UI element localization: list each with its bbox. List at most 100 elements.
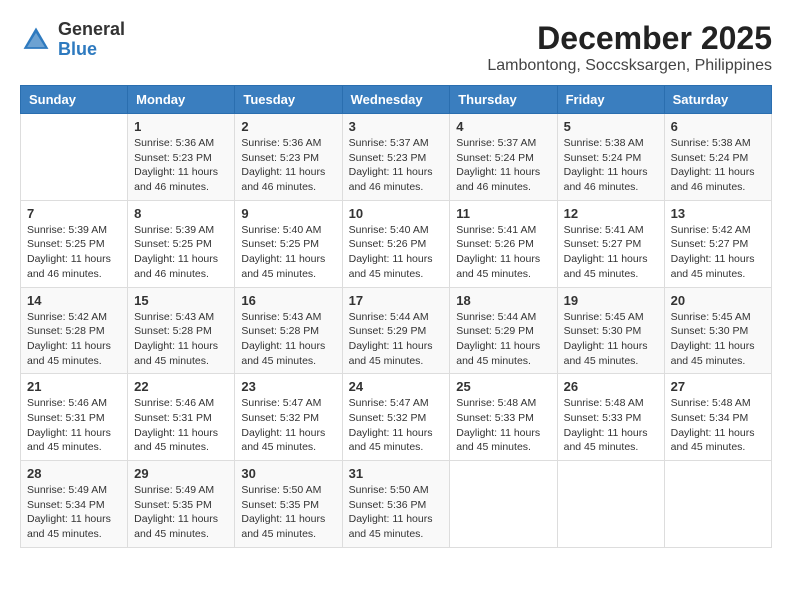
calendar-cell: 6 Sunrise: 5:38 AMSunset: 5:24 PMDaylight…: [664, 114, 771, 201]
header-day-saturday: Saturday: [664, 86, 771, 114]
logo-text: General Blue: [58, 20, 125, 60]
calendar-cell: 9 Sunrise: 5:40 AMSunset: 5:25 PMDaylight…: [235, 200, 342, 287]
day-info: Sunrise: 5:46 AMSunset: 5:31 PMDaylight:…: [27, 396, 121, 455]
calendar-cell: 22Sunrise: 5:46 AMSunset: 5:31 PMDayligh…: [128, 374, 235, 461]
day-info: Sunrise: 5:44 AMSunset: 5:29 PMDaylight:…: [456, 310, 550, 369]
logo-icon: [20, 24, 52, 56]
day-info: Sunrise: 5:42 AMSunset: 5:27 PMDaylight:…: [671, 223, 765, 282]
calendar-cell: [557, 461, 664, 548]
day-info: Sunrise: 5:40 AMSunset: 5:26 PMDaylight:…: [349, 223, 444, 282]
calendar-cell: 10 Sunrise: 5:40 AMSunset: 5:26 PMDayligh…: [342, 200, 450, 287]
calendar-cell: 24Sunrise: 5:47 AMSunset: 5:32 PMDayligh…: [342, 374, 450, 461]
day-number: 19: [564, 293, 658, 308]
day-number: 30: [241, 466, 335, 481]
day-info: Sunrise: 5:40 AMSunset: 5:25 PMDaylight:…: [241, 223, 335, 282]
calendar-cell: [21, 114, 128, 201]
calendar-cell: 13 Sunrise: 5:42 AMSunset: 5:27 PMDayligh…: [664, 200, 771, 287]
header-day-friday: Friday: [557, 86, 664, 114]
calendar-cell: 12Sunrise: 5:41 AMSunset: 5:27 PMDayligh…: [557, 200, 664, 287]
calendar-cell: [664, 461, 771, 548]
day-info: Sunrise: 5:48 AMSunset: 5:33 PMDaylight:…: [456, 396, 550, 455]
calendar-cell: 31 Sunrise: 5:50 AMSunset: 5:36 PMDayligh…: [342, 461, 450, 548]
day-info: Sunrise: 5:49 AMSunset: 5:35 PMDaylight:…: [134, 483, 228, 542]
title-block: December 2025 Lambontong, Soccsksargen, …: [487, 20, 772, 75]
calendar-cell: [450, 461, 557, 548]
day-info: Sunrise: 5:36 AMSunset: 5:23 PMDaylight:…: [241, 136, 335, 195]
calendar-cell: 19Sunrise: 5:45 AMSunset: 5:30 PMDayligh…: [557, 287, 664, 374]
day-info: Sunrise: 5:39 AMSunset: 5:25 PMDaylight:…: [27, 223, 121, 282]
day-number: 28: [27, 466, 121, 481]
calendar-cell: 27Sunrise: 5:48 AMSunset: 5:34 PMDayligh…: [664, 374, 771, 461]
calendar-cell: 15 Sunrise: 5:43 AMSunset: 5:28 PMDayligh…: [128, 287, 235, 374]
day-info: Sunrise: 5:38 AMSunset: 5:24 PMDaylight:…: [564, 136, 658, 195]
header-day-tuesday: Tuesday: [235, 86, 342, 114]
day-number: 22: [134, 379, 228, 394]
day-number: 31: [349, 466, 444, 481]
day-number: 3: [349, 119, 444, 134]
day-number: 1: [134, 119, 228, 134]
calendar-cell: 26 Sunrise: 5:48 AMSunset: 5:33 PMDayligh…: [557, 374, 664, 461]
day-info: Sunrise: 5:41 AMSunset: 5:26 PMDaylight:…: [456, 223, 550, 282]
day-info: Sunrise: 5:37 AMSunset: 5:23 PMDaylight:…: [349, 136, 444, 195]
day-info: Sunrise: 5:45 AMSunset: 5:30 PMDaylight:…: [671, 310, 765, 369]
calendar-cell: 28 Sunrise: 5:49 AMSunset: 5:34 PMDayligh…: [21, 461, 128, 548]
calendar-week-2: 7 Sunrise: 5:39 AMSunset: 5:25 PMDaylight…: [21, 200, 772, 287]
day-info: Sunrise: 5:44 AMSunset: 5:29 PMDaylight:…: [349, 310, 444, 369]
calendar-cell: 1 Sunrise: 5:36 AMSunset: 5:23 PMDaylight…: [128, 114, 235, 201]
day-number: 8: [134, 206, 228, 221]
day-info: Sunrise: 5:38 AMSunset: 5:24 PMDaylight:…: [671, 136, 765, 195]
calendar-cell: 5 Sunrise: 5:38 AMSunset: 5:24 PMDaylight…: [557, 114, 664, 201]
logo-blue: Blue: [58, 40, 125, 60]
day-info: Sunrise: 5:41 AMSunset: 5:27 PMDaylight:…: [564, 223, 658, 282]
day-number: 14: [27, 293, 121, 308]
day-info: Sunrise: 5:37 AMSunset: 5:24 PMDaylight:…: [456, 136, 550, 195]
day-number: 16: [241, 293, 335, 308]
day-number: 7: [27, 206, 121, 221]
day-number: 4: [456, 119, 550, 134]
month-year-title: December 2025: [487, 20, 772, 57]
calendar-cell: 21Sunrise: 5:46 AMSunset: 5:31 PMDayligh…: [21, 374, 128, 461]
calendar-cell: 18Sunrise: 5:44 AMSunset: 5:29 PMDayligh…: [450, 287, 557, 374]
day-number: 29: [134, 466, 228, 481]
day-number: 6: [671, 119, 765, 134]
calendar-week-5: 28 Sunrise: 5:49 AMSunset: 5:34 PMDayligh…: [21, 461, 772, 548]
day-number: 17: [349, 293, 444, 308]
day-number: 25: [456, 379, 550, 394]
day-info: Sunrise: 5:42 AMSunset: 5:28 PMDaylight:…: [27, 310, 121, 369]
calendar-cell: 8 Sunrise: 5:39 AMSunset: 5:25 PMDaylight…: [128, 200, 235, 287]
calendar-week-3: 14 Sunrise: 5:42 AMSunset: 5:28 PMDayligh…: [21, 287, 772, 374]
day-info: Sunrise: 5:43 AMSunset: 5:28 PMDaylight:…: [134, 310, 228, 369]
calendar-cell: 30Sunrise: 5:50 AMSunset: 5:35 PMDayligh…: [235, 461, 342, 548]
day-number: 5: [564, 119, 658, 134]
day-info: Sunrise: 5:39 AMSunset: 5:25 PMDaylight:…: [134, 223, 228, 282]
calendar-cell: 7 Sunrise: 5:39 AMSunset: 5:25 PMDaylight…: [21, 200, 128, 287]
day-number: 13: [671, 206, 765, 221]
calendar-table: SundayMondayTuesdayWednesdayThursdayFrid…: [20, 85, 772, 548]
day-number: 15: [134, 293, 228, 308]
day-number: 9: [241, 206, 335, 221]
day-number: 24: [349, 379, 444, 394]
logo-general: General: [58, 20, 125, 40]
day-number: 26: [564, 379, 658, 394]
logo: General Blue: [20, 20, 125, 60]
calendar-cell: 2 Sunrise: 5:36 AMSunset: 5:23 PMDaylight…: [235, 114, 342, 201]
calendar-cell: 29 Sunrise: 5:49 AMSunset: 5:35 PMDayligh…: [128, 461, 235, 548]
calendar-cell: 16Sunrise: 5:43 AMSunset: 5:28 PMDayligh…: [235, 287, 342, 374]
day-number: 10: [349, 206, 444, 221]
header-day-monday: Monday: [128, 86, 235, 114]
day-number: 2: [241, 119, 335, 134]
day-number: 11: [456, 206, 550, 221]
day-info: Sunrise: 5:36 AMSunset: 5:23 PMDaylight:…: [134, 136, 228, 195]
calendar-week-4: 21Sunrise: 5:46 AMSunset: 5:31 PMDayligh…: [21, 374, 772, 461]
day-number: 20: [671, 293, 765, 308]
calendar-cell: 17 Sunrise: 5:44 AMSunset: 5:29 PMDayligh…: [342, 287, 450, 374]
day-info: Sunrise: 5:49 AMSunset: 5:34 PMDaylight:…: [27, 483, 121, 542]
day-info: Sunrise: 5:50 AMSunset: 5:36 PMDaylight:…: [349, 483, 444, 542]
calendar-cell: 14 Sunrise: 5:42 AMSunset: 5:28 PMDayligh…: [21, 287, 128, 374]
calendar-cell: 4 Sunrise: 5:37 AMSunset: 5:24 PMDaylight…: [450, 114, 557, 201]
calendar-cell: 25 Sunrise: 5:48 AMSunset: 5:33 PMDayligh…: [450, 374, 557, 461]
calendar-header-row: SundayMondayTuesdayWednesdayThursdayFrid…: [21, 86, 772, 114]
header-day-thursday: Thursday: [450, 86, 557, 114]
day-info: Sunrise: 5:48 AMSunset: 5:33 PMDaylight:…: [564, 396, 658, 455]
header-day-sunday: Sunday: [21, 86, 128, 114]
